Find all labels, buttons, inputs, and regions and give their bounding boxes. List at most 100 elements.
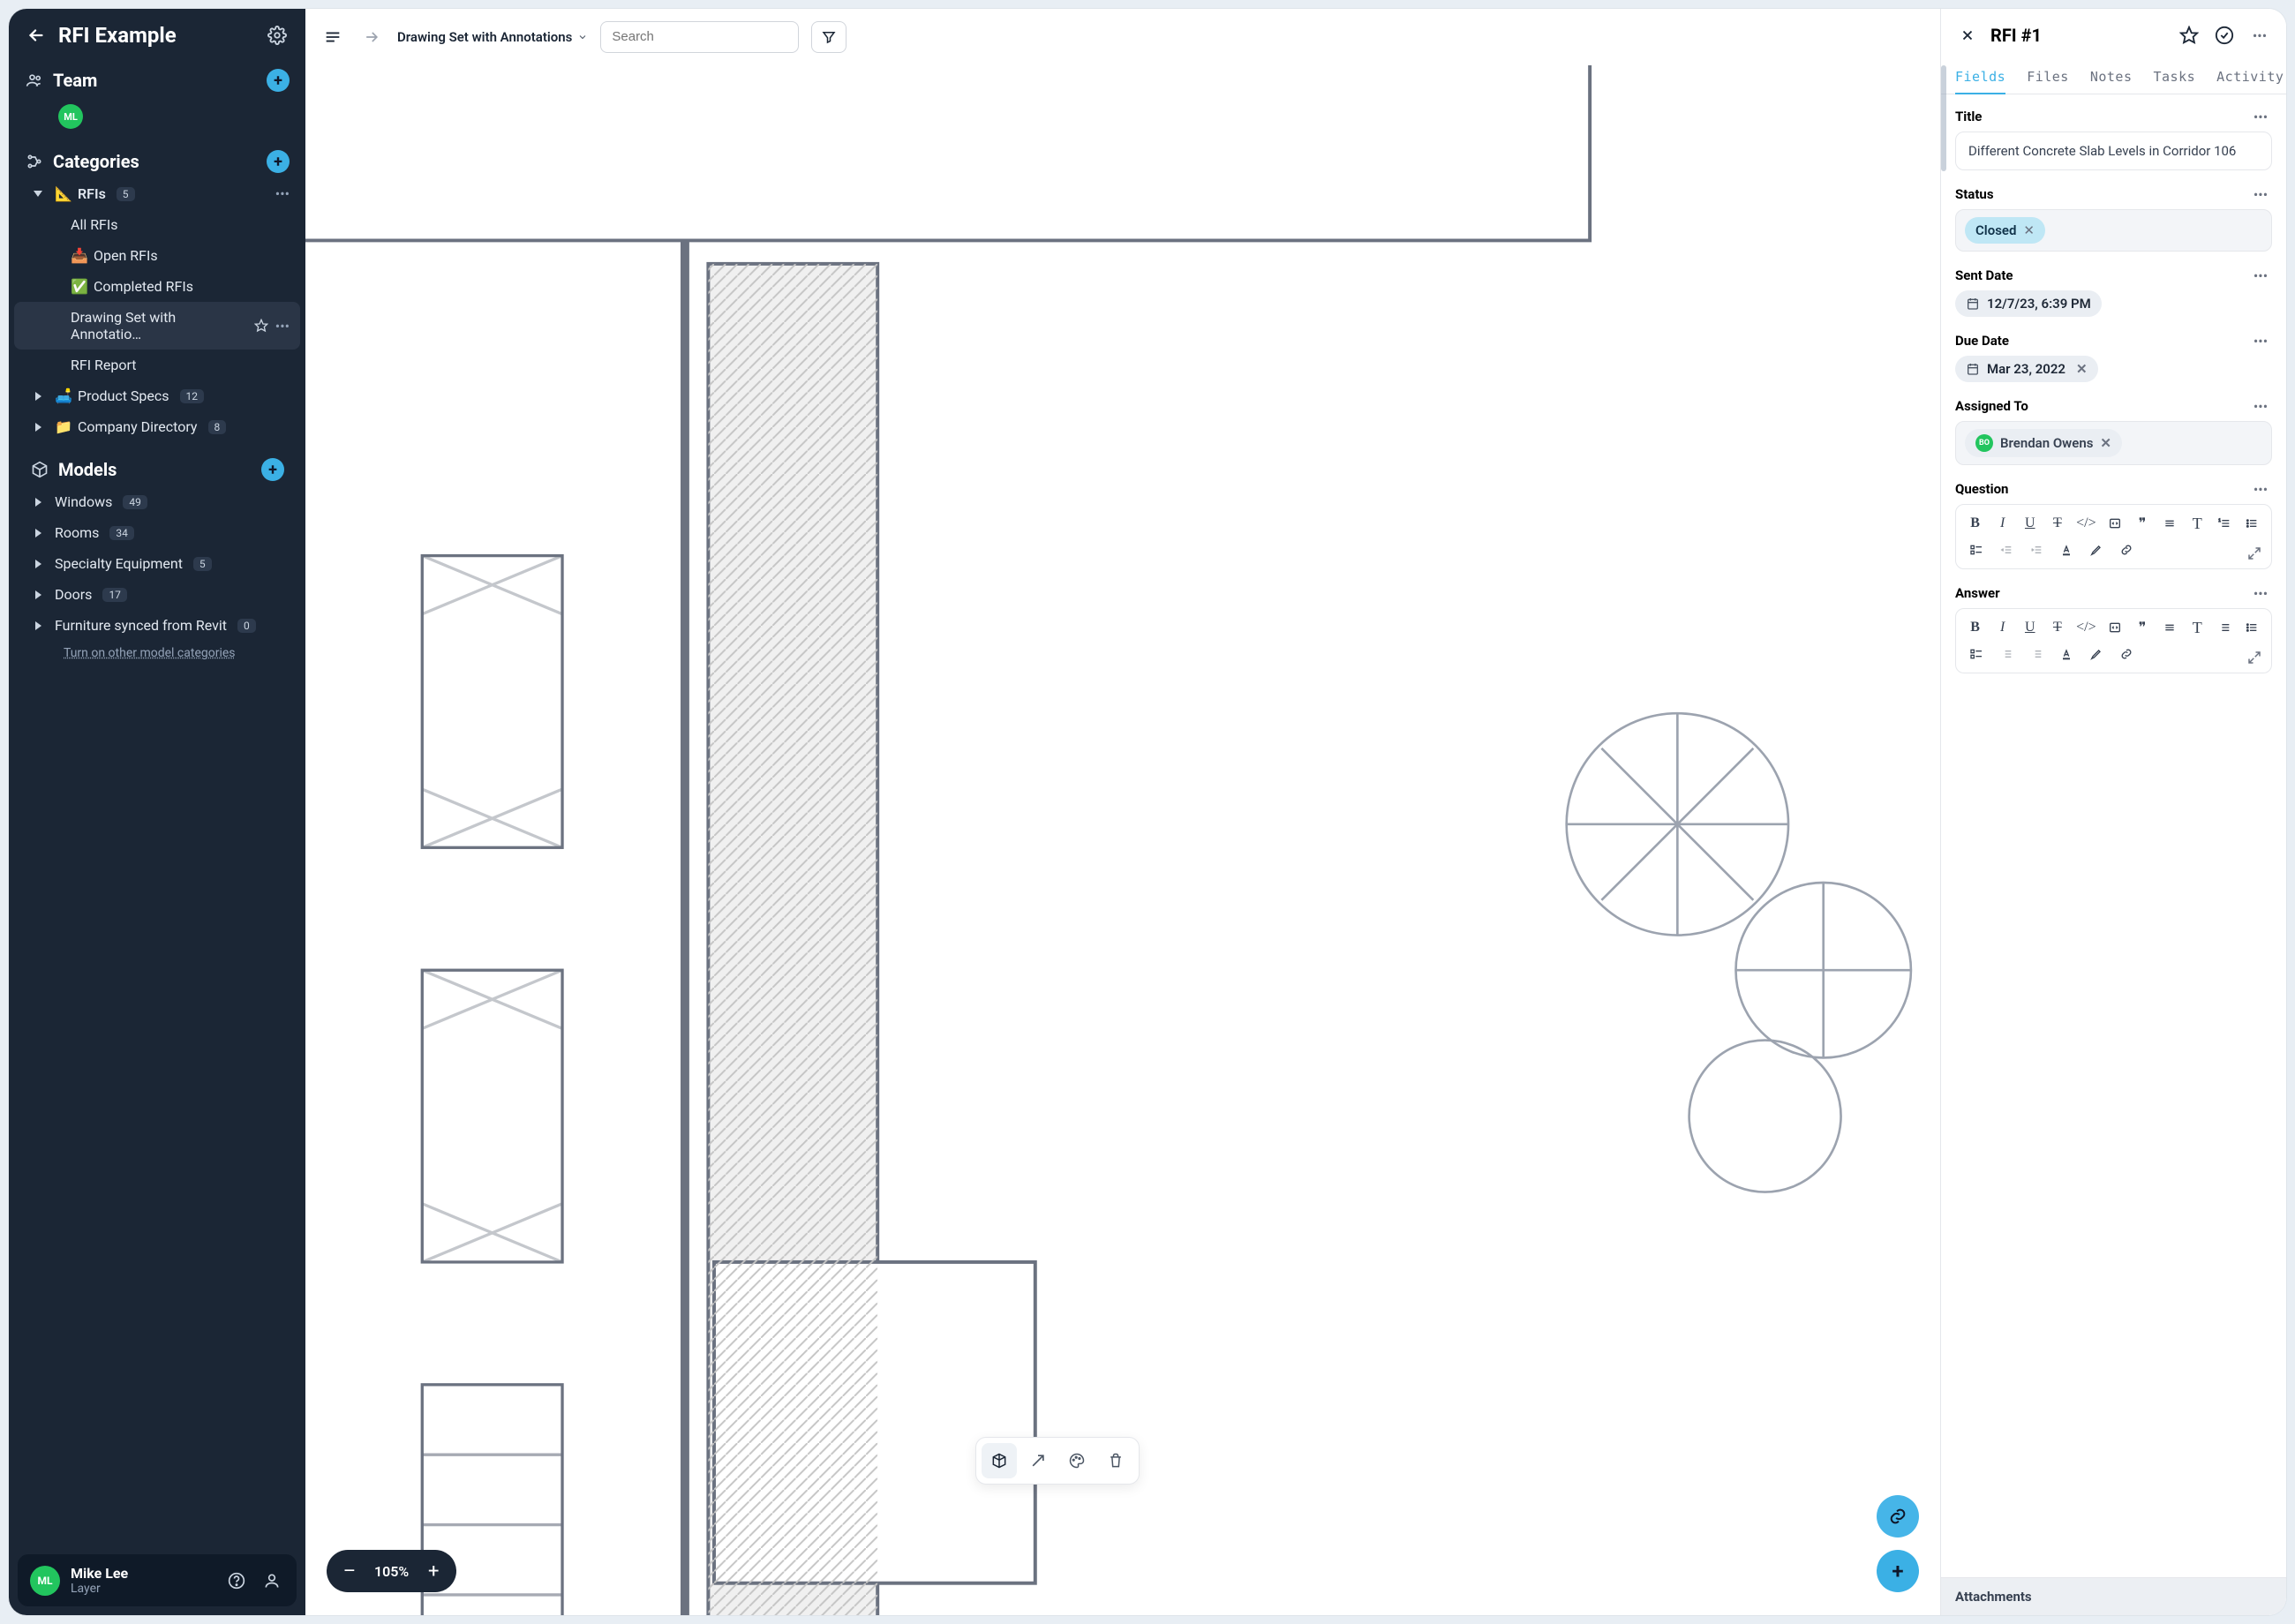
clear-assignee-icon[interactable]: ✕ bbox=[2100, 435, 2111, 451]
text-color-icon[interactable] bbox=[2057, 644, 2076, 664]
add-team-button[interactable]: + bbox=[267, 69, 290, 92]
highlight-icon[interactable] bbox=[2087, 644, 2106, 664]
due-date-pill[interactable]: Mar 23, 2022 ✕ bbox=[1955, 356, 2098, 382]
status-field[interactable]: Closed ✕ bbox=[1955, 209, 2272, 252]
text-size-icon[interactable]: T bbox=[2189, 514, 2206, 533]
drawing-canvas[interactable]: – 105% + + bbox=[305, 65, 1940, 1615]
category-item-rfis[interactable]: 📐 RFIs 5 ••• bbox=[14, 178, 300, 209]
bullet-list-icon[interactable] bbox=[2244, 618, 2261, 637]
strikethrough-icon[interactable]: T bbox=[2049, 618, 2066, 637]
shape-cube-icon[interactable] bbox=[982, 1443, 1017, 1478]
code-icon[interactable]: </> bbox=[2076, 514, 2096, 533]
scroll-indicator[interactable] bbox=[1941, 65, 1946, 171]
assignee-pill[interactable]: BO Brendan Owens ✕ bbox=[1965, 429, 2122, 457]
star-icon[interactable] bbox=[2177, 23, 2201, 48]
code-block-icon[interactable] bbox=[2106, 514, 2123, 533]
underline-icon[interactable]: U bbox=[2021, 618, 2038, 637]
clear-due-date-icon[interactable]: ✕ bbox=[2076, 361, 2088, 377]
field-menu-icon[interactable]: ••• bbox=[2249, 333, 2272, 349]
more-icon[interactable]: ••• bbox=[2247, 23, 2272, 48]
underline-icon[interactable]: U bbox=[2021, 514, 2038, 533]
user-avatar[interactable]: ML bbox=[30, 1566, 60, 1596]
ordered-list-icon[interactable] bbox=[2216, 618, 2233, 637]
field-menu-icon[interactable]: ••• bbox=[2249, 267, 2272, 283]
more-icon[interactable]: ••• bbox=[275, 185, 290, 202]
palette-icon[interactable] bbox=[1059, 1443, 1095, 1478]
outdent-icon[interactable] bbox=[1997, 540, 2016, 560]
person-icon[interactable] bbox=[260, 1568, 284, 1593]
subcategory-drawing-set[interactable]: Drawing Set with Annotatio… ••• bbox=[14, 302, 300, 350]
add-category-button[interactable]: + bbox=[267, 150, 290, 173]
close-icon[interactable] bbox=[1955, 23, 1980, 48]
paragraph-icon[interactable] bbox=[2162, 618, 2178, 637]
view-title-dropdown[interactable]: Drawing Set with Annotations bbox=[397, 29, 588, 45]
add-fab[interactable]: + bbox=[1877, 1550, 1919, 1592]
field-menu-icon[interactable]: ••• bbox=[2249, 585, 2272, 601]
tab-fields[interactable]: Fields bbox=[1955, 62, 2005, 94]
arrow-icon[interactable] bbox=[1020, 1443, 1056, 1478]
text-size-icon[interactable]: T bbox=[2189, 618, 2206, 637]
code-icon[interactable]: </> bbox=[2076, 618, 2096, 637]
zoom-in-button[interactable]: + bbox=[425, 1560, 442, 1583]
tab-notes[interactable]: Notes bbox=[2090, 62, 2133, 94]
highlight-icon[interactable] bbox=[2087, 540, 2106, 560]
expand-icon[interactable] bbox=[2246, 650, 2262, 665]
text-color-icon[interactable] bbox=[2057, 540, 2076, 560]
link-icon[interactable] bbox=[2117, 540, 2136, 560]
turn-on-model-categories-link[interactable]: Turn on other model categories bbox=[14, 641, 300, 669]
subcategory-rfi-report[interactable]: RFI Report bbox=[14, 350, 300, 380]
answer-editor[interactable]: B I U T </> ❞ T bbox=[1955, 608, 2272, 673]
bold-icon[interactable]: B bbox=[1967, 514, 1983, 533]
team-avatar[interactable]: ML bbox=[58, 104, 83, 129]
tab-tasks[interactable]: Tasks bbox=[2154, 62, 2196, 94]
indent-icon[interactable] bbox=[2027, 540, 2046, 560]
filter-button[interactable] bbox=[811, 21, 847, 53]
status-pill[interactable]: Closed ✕ bbox=[1965, 217, 2045, 244]
model-item-specialty[interactable]: Specialty Equipment 5 bbox=[14, 548, 300, 579]
link-icon[interactable] bbox=[2117, 644, 2136, 664]
trash-icon[interactable] bbox=[1098, 1443, 1133, 1478]
question-editor[interactable]: B I U T </> ❞ T 1 bbox=[1955, 504, 2272, 569]
quote-icon[interactable]: ❞ bbox=[2133, 514, 2150, 533]
expand-icon[interactable] bbox=[2246, 545, 2262, 561]
star-icon[interactable] bbox=[254, 319, 268, 333]
zoom-out-button[interactable]: – bbox=[341, 1560, 358, 1583]
menu-icon[interactable] bbox=[320, 24, 346, 50]
model-item-rooms[interactable]: Rooms 34 bbox=[14, 517, 300, 548]
search-input[interactable] bbox=[600, 21, 799, 53]
help-icon[interactable] bbox=[224, 1568, 249, 1593]
ordered-list-icon[interactable]: 1 bbox=[2216, 514, 2233, 533]
code-block-icon[interactable] bbox=[2106, 618, 2123, 637]
category-item-company-directory[interactable]: 📁 Company Directory 8 bbox=[14, 411, 300, 442]
category-item-product-specs[interactable]: 🛋️ Product Specs 12 bbox=[14, 380, 300, 411]
model-item-windows[interactable]: Windows 49 bbox=[14, 486, 300, 517]
add-model-button[interactable]: + bbox=[261, 458, 284, 481]
assigned-to-field[interactable]: BO Brendan Owens ✕ bbox=[1955, 421, 2272, 465]
more-icon[interactable]: ••• bbox=[275, 318, 290, 335]
bullet-list-icon[interactable] bbox=[2244, 514, 2261, 533]
field-menu-icon[interactable]: ••• bbox=[2249, 398, 2272, 414]
link-fab[interactable] bbox=[1877, 1495, 1919, 1538]
field-menu-icon[interactable]: ••• bbox=[2249, 481, 2272, 497]
paragraph-icon[interactable] bbox=[2162, 514, 2178, 533]
title-input[interactable]: Different Concrete Slab Levels in Corrid… bbox=[1955, 132, 2272, 170]
tab-files[interactable]: Files bbox=[2027, 62, 2069, 94]
subcategory-all-rfis[interactable]: All RFIs bbox=[14, 209, 300, 240]
subcategory-open-rfis[interactable]: 📥 Open RFIs bbox=[14, 240, 300, 271]
attachments-section[interactable]: Attachments bbox=[1941, 1577, 2286, 1615]
bold-icon[interactable]: B bbox=[1967, 618, 1983, 637]
strikethrough-icon[interactable]: T bbox=[2049, 514, 2066, 533]
forward-arrow-icon[interactable] bbox=[358, 24, 385, 50]
model-item-doors[interactable]: Doors 17 bbox=[14, 579, 300, 610]
sent-date-pill[interactable]: 12/7/23, 6:39 PM bbox=[1955, 290, 2102, 317]
clear-status-icon[interactable]: ✕ bbox=[2023, 222, 2035, 238]
outdent-icon[interactable] bbox=[1997, 644, 2016, 664]
model-item-furniture-revit[interactable]: Furniture synced from Revit 0 bbox=[14, 610, 300, 641]
italic-icon[interactable]: I bbox=[1994, 618, 2011, 637]
tab-activity[interactable]: Activity bbox=[2216, 62, 2284, 94]
checklist-icon[interactable] bbox=[1967, 644, 1986, 664]
gear-icon[interactable] bbox=[265, 23, 290, 48]
subcategory-completed-rfis[interactable]: ✅ Completed RFIs bbox=[14, 271, 300, 302]
check-circle-icon[interactable] bbox=[2212, 23, 2237, 48]
italic-icon[interactable]: I bbox=[1994, 514, 2011, 533]
